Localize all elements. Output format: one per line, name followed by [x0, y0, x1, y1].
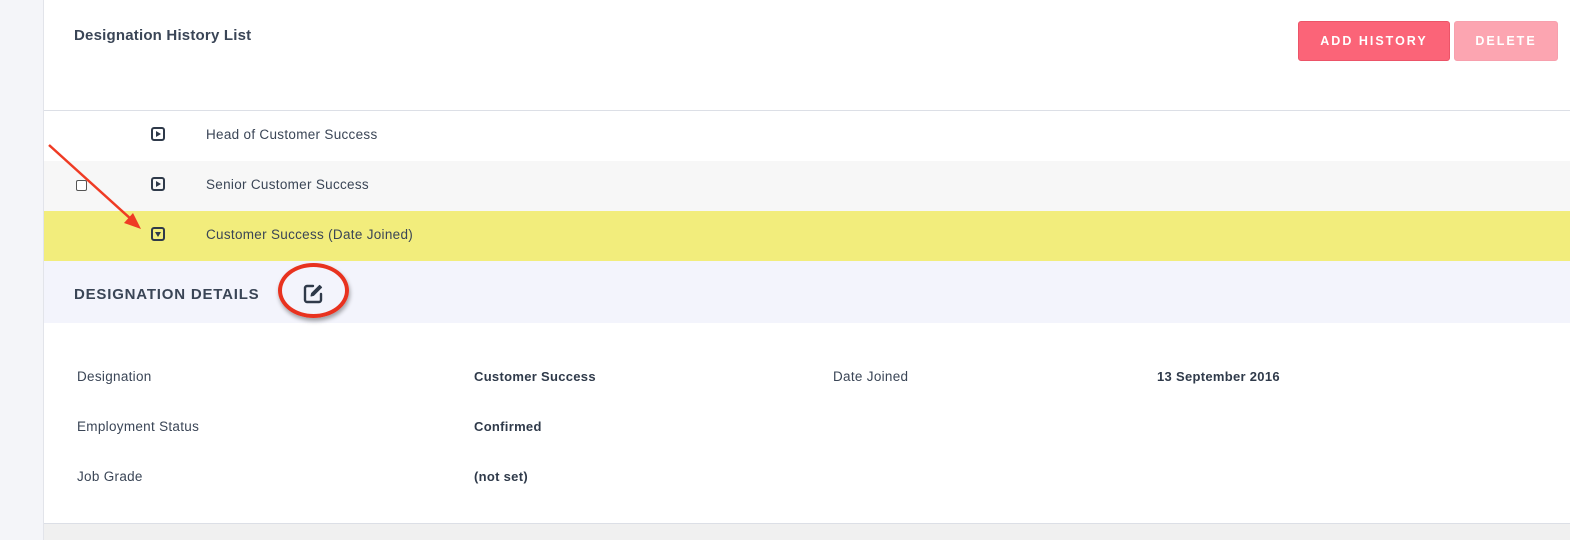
history-row[interactable]: Head of Customer Success [44, 111, 1570, 161]
job-grade-label: Job Grade [77, 469, 143, 484]
history-row-label: Customer Success (Date Joined) [206, 227, 414, 242]
delete-button[interactable]: DELETE [1454, 21, 1558, 61]
expand-toggle-icon[interactable] [151, 177, 165, 191]
expand-toggle-icon[interactable] [151, 127, 165, 141]
date-joined-label: Date Joined [833, 369, 909, 384]
history-row-label: Head of Customer Success [206, 127, 378, 142]
panel-title: Designation History List [74, 27, 252, 44]
designation-label: Designation [77, 369, 152, 384]
history-row[interactable]: Senior Customer Success [44, 161, 1570, 211]
row-select-checkbox[interactable] [76, 180, 87, 191]
details-title: DESIGNATION DETAILS [74, 286, 260, 303]
annotation-circle [278, 263, 349, 318]
collapse-toggle-icon[interactable] [151, 227, 165, 241]
designation-value: Customer Success [474, 369, 596, 384]
details-header: DESIGNATION DETAILS [44, 261, 1570, 323]
history-row-label: Senior Customer Success [206, 177, 369, 192]
page: Designation History List ADD HISTORY DEL… [0, 0, 1570, 540]
job-grade-value: (not set) [474, 469, 528, 484]
employment-status-label: Employment Status [77, 419, 200, 434]
date-joined-value: 13 September 2016 [1157, 369, 1280, 384]
designation-history-panel: Designation History List ADD HISTORY DEL… [44, 0, 1570, 523]
left-gutter [0, 0, 44, 540]
add-history-button[interactable]: ADD HISTORY [1298, 21, 1450, 61]
employment-status-value: Confirmed [474, 419, 542, 434]
bottom-strip [44, 523, 1570, 540]
history-row-selected[interactable]: Customer Success (Date Joined) [44, 211, 1570, 261]
